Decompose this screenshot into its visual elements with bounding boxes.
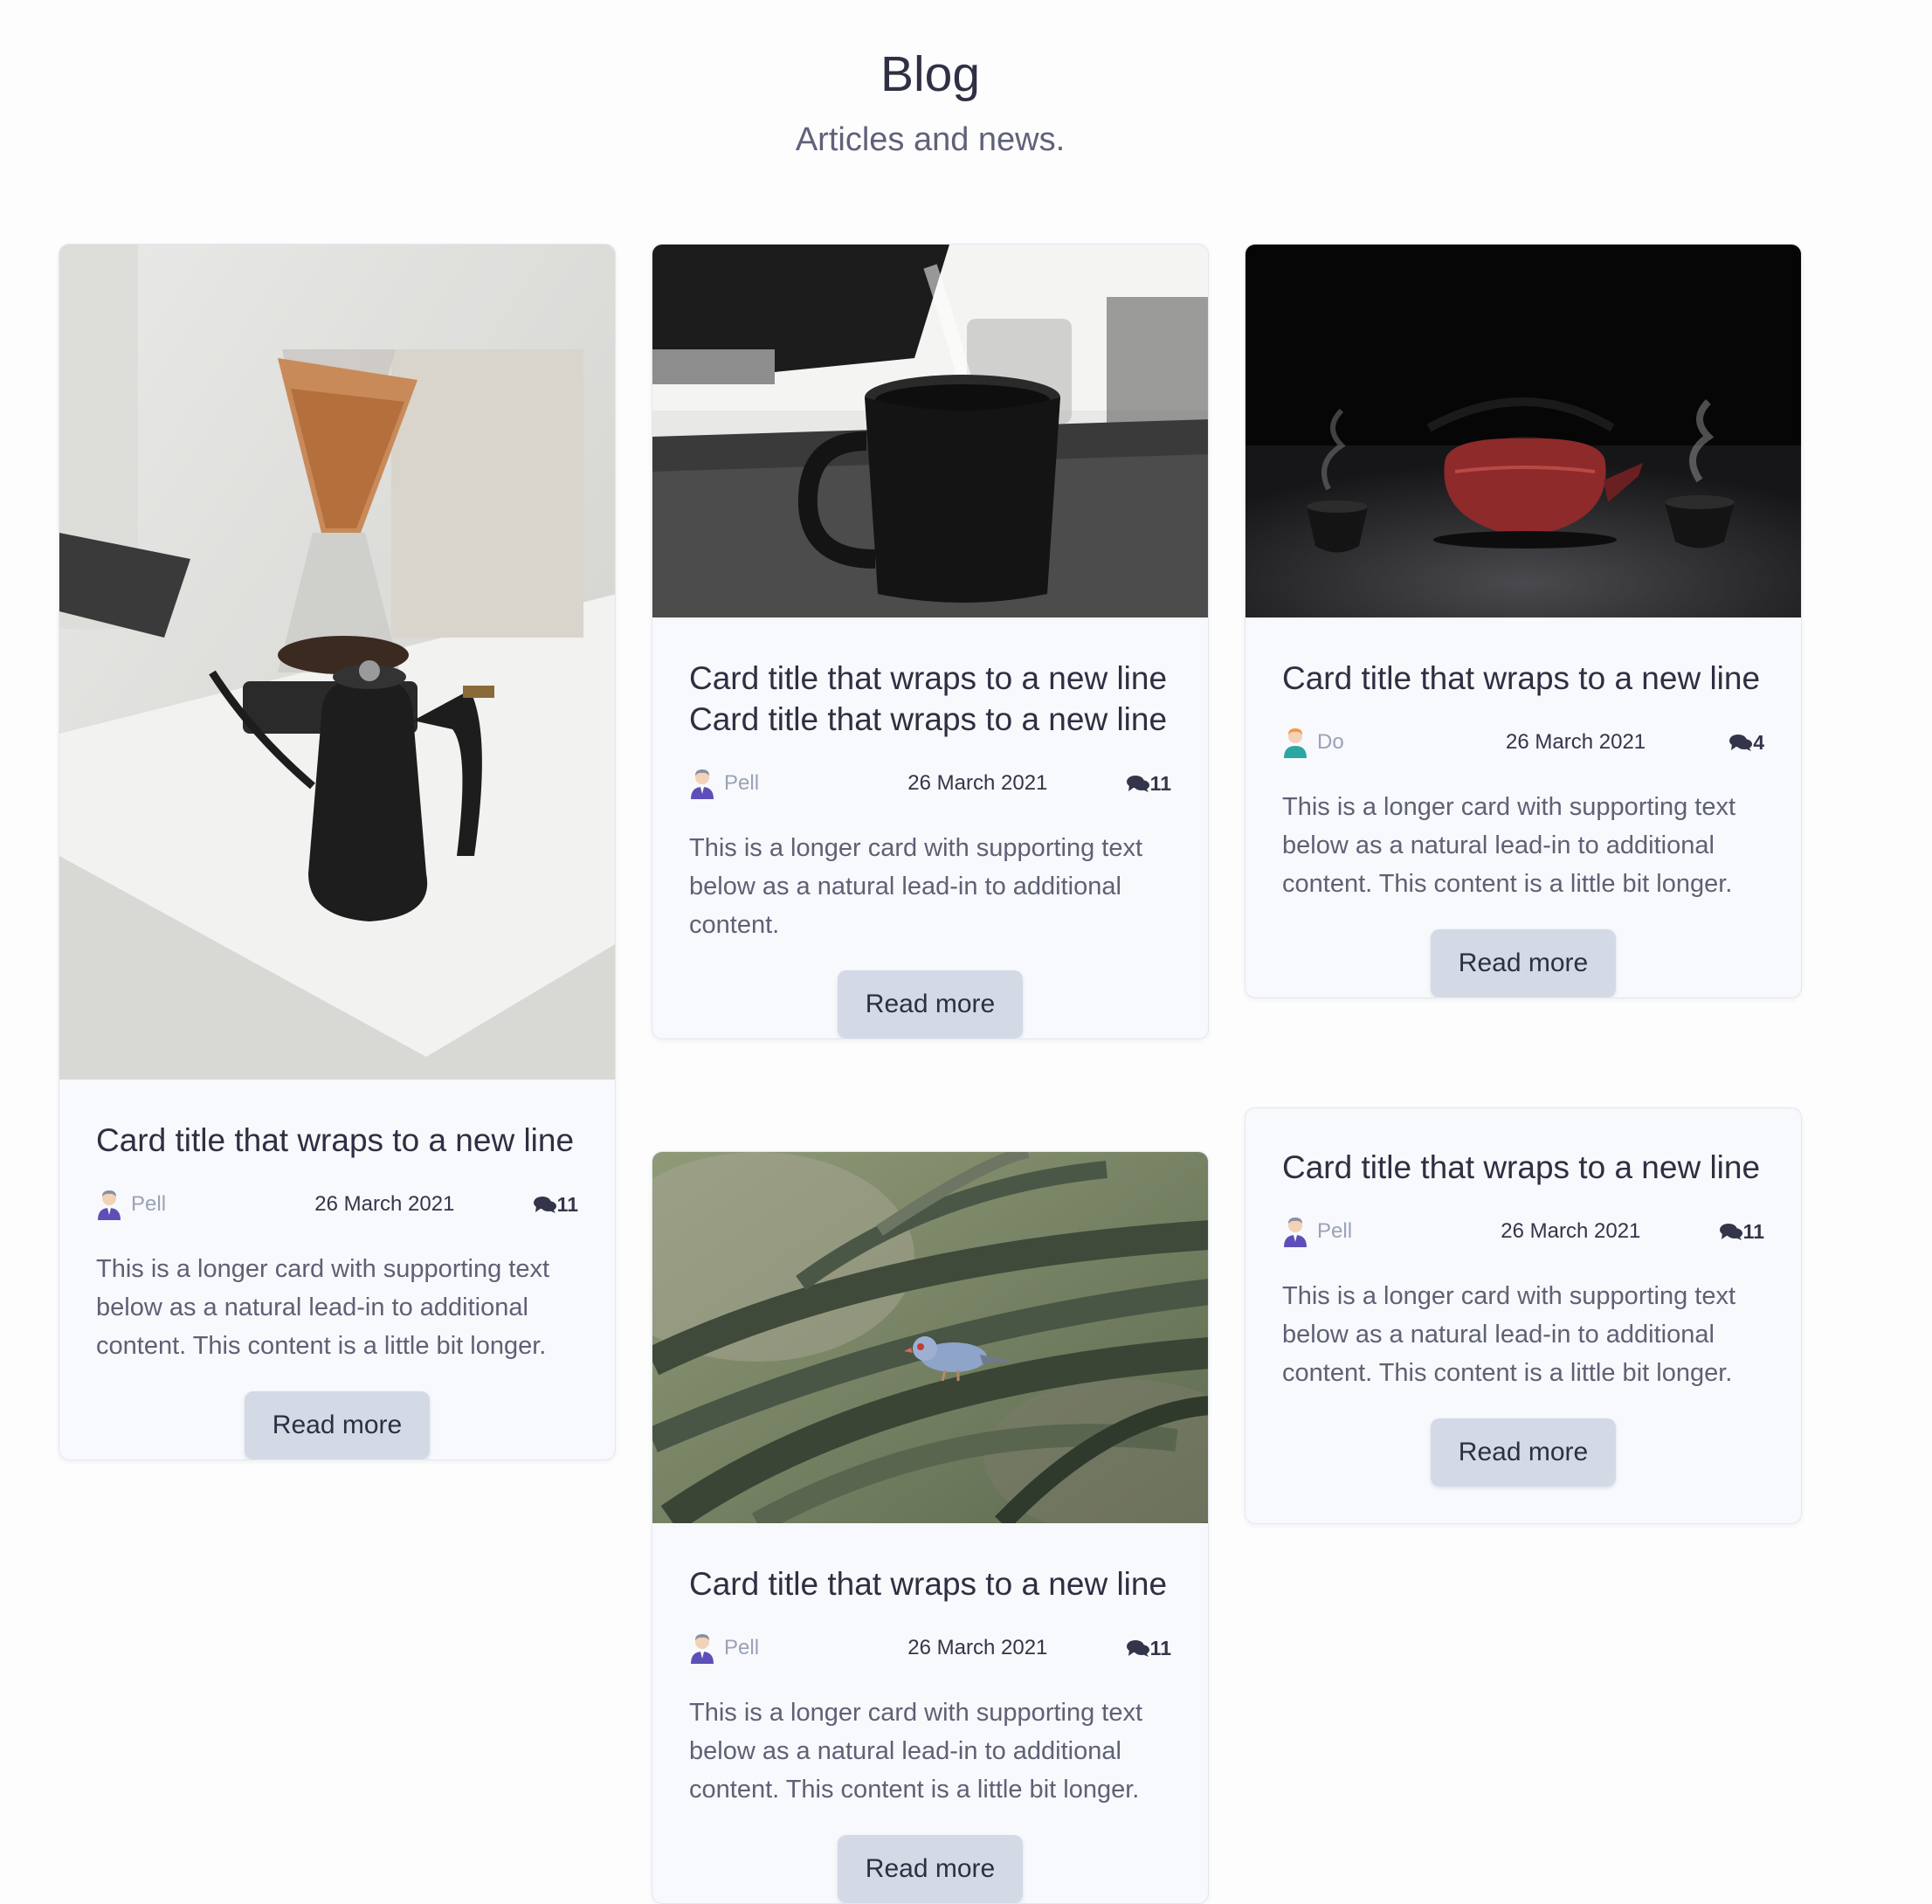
card-image-red-teapot[interactable] xyxy=(1245,245,1801,617)
read-more-button[interactable]: Read more xyxy=(838,970,1023,1038)
comments-icon xyxy=(533,1197,556,1213)
author[interactable]: Pell xyxy=(1282,1216,1457,1247)
author-name: Pell xyxy=(724,771,760,795)
avatar-icon xyxy=(691,769,714,799)
author[interactable]: Pell xyxy=(689,1632,864,1664)
read-more-button[interactable]: Read more xyxy=(1431,929,1616,997)
card-title[interactable]: Card title that wraps to a new line xyxy=(1282,658,1764,699)
author-name: Pell xyxy=(1317,1219,1353,1243)
post-date: 26 March 2021 xyxy=(1501,1219,1641,1243)
post-date: 26 March 2021 xyxy=(1506,730,1646,754)
card-body: Card title that wraps to a new line Pell… xyxy=(59,1080,615,1459)
comments-icon xyxy=(1126,1640,1149,1657)
comment-count-value: 4 xyxy=(1753,730,1764,754)
blog-card: Card title that wraps to a new line Pell… xyxy=(59,244,616,1460)
card-title[interactable]: Card title that wraps to a new line Card… xyxy=(689,658,1171,740)
post-date: 26 March 2021 xyxy=(907,771,1048,795)
page-subtitle: Articles and news. xyxy=(795,121,1066,158)
card-text: This is a longer card with supporting te… xyxy=(1282,1282,1736,1387)
author-name: Do xyxy=(1317,730,1344,754)
author-name: Pell xyxy=(724,1636,760,1659)
comment-count-value: 11 xyxy=(1149,1636,1171,1659)
card-meta: Pell 26 March 2021 11 xyxy=(96,1187,578,1222)
card-title[interactable]: Card title that wraps to a new line xyxy=(1282,1147,1764,1188)
card-meta: Do 26 March 2021 4 xyxy=(1282,725,1764,760)
card-meta: Pell 26 March 2021 11 xyxy=(1282,1214,1764,1249)
read-more-button[interactable]: Read more xyxy=(838,1835,1023,1903)
comment-count[interactable]: 11 xyxy=(533,1192,578,1217)
avatar-icon xyxy=(98,1190,121,1220)
card-meta: Pell 26 March 2021 11 xyxy=(689,1631,1171,1666)
post-date: 26 March 2021 xyxy=(314,1192,455,1216)
avatar-icon xyxy=(691,1634,714,1664)
blog-card: Card title that wraps to a new line Pell… xyxy=(652,1151,1209,1904)
card-image-bird-on-aloe[interactable] xyxy=(652,1152,1208,1523)
card-body: Card title that wraps to a new line Do 2… xyxy=(1245,617,1801,997)
card-image-coffee-kettle[interactable] xyxy=(59,245,615,1080)
card-title[interactable]: Card title that wraps to a new line xyxy=(689,1563,1171,1604)
card-text: This is a longer card with supporting te… xyxy=(689,834,1143,939)
card-title[interactable]: Card title that wraps to a new line xyxy=(96,1120,578,1161)
comment-count[interactable]: 11 xyxy=(1126,771,1171,796)
card-text: This is a longer card with supporting te… xyxy=(1282,793,1736,898)
read-more-button[interactable]: Read more xyxy=(1431,1418,1616,1487)
author[interactable]: Pell xyxy=(689,768,864,799)
comment-count[interactable]: 11 xyxy=(1719,1219,1764,1244)
avatar-icon xyxy=(1284,1218,1307,1247)
comments-icon xyxy=(1729,735,1753,751)
comment-count[interactable]: 4 xyxy=(1729,731,1764,755)
author[interactable]: Do xyxy=(1282,727,1457,758)
comment-count-value: 11 xyxy=(1149,771,1171,795)
blog-card: Card title that wraps to a new line Do 2… xyxy=(1245,244,1802,998)
card-text: This is a longer card with supporting te… xyxy=(689,1699,1143,1804)
blog-card: Card title that wraps to a new line Pell… xyxy=(1245,1107,1802,1524)
card-image-black-mug[interactable] xyxy=(652,245,1208,617)
author[interactable]: Pell xyxy=(96,1189,271,1220)
page-title: Blog xyxy=(880,46,981,102)
card-body: Card title that wraps to a new line Pell… xyxy=(1245,1108,1801,1523)
read-more-button[interactable]: Read more xyxy=(245,1391,430,1459)
card-text: This is a longer card with supporting te… xyxy=(96,1255,550,1360)
comments-icon xyxy=(1126,776,1149,792)
card-body: Card title that wraps to a new line Pell… xyxy=(652,1523,1208,1903)
avatar-icon xyxy=(1284,728,1307,758)
blog-card: Card title that wraps to a new line Card… xyxy=(652,244,1209,1039)
comment-count[interactable]: 11 xyxy=(1126,1636,1171,1660)
comments-icon xyxy=(1719,1224,1742,1240)
comment-count-value: 11 xyxy=(1742,1219,1764,1243)
post-date: 26 March 2021 xyxy=(907,1636,1048,1659)
comment-count-value: 11 xyxy=(556,1192,578,1216)
author-name: Pell xyxy=(131,1192,167,1216)
card-body: Card title that wraps to a new line Card… xyxy=(652,617,1208,1038)
card-meta: Pell 26 March 2021 11 xyxy=(689,766,1171,801)
